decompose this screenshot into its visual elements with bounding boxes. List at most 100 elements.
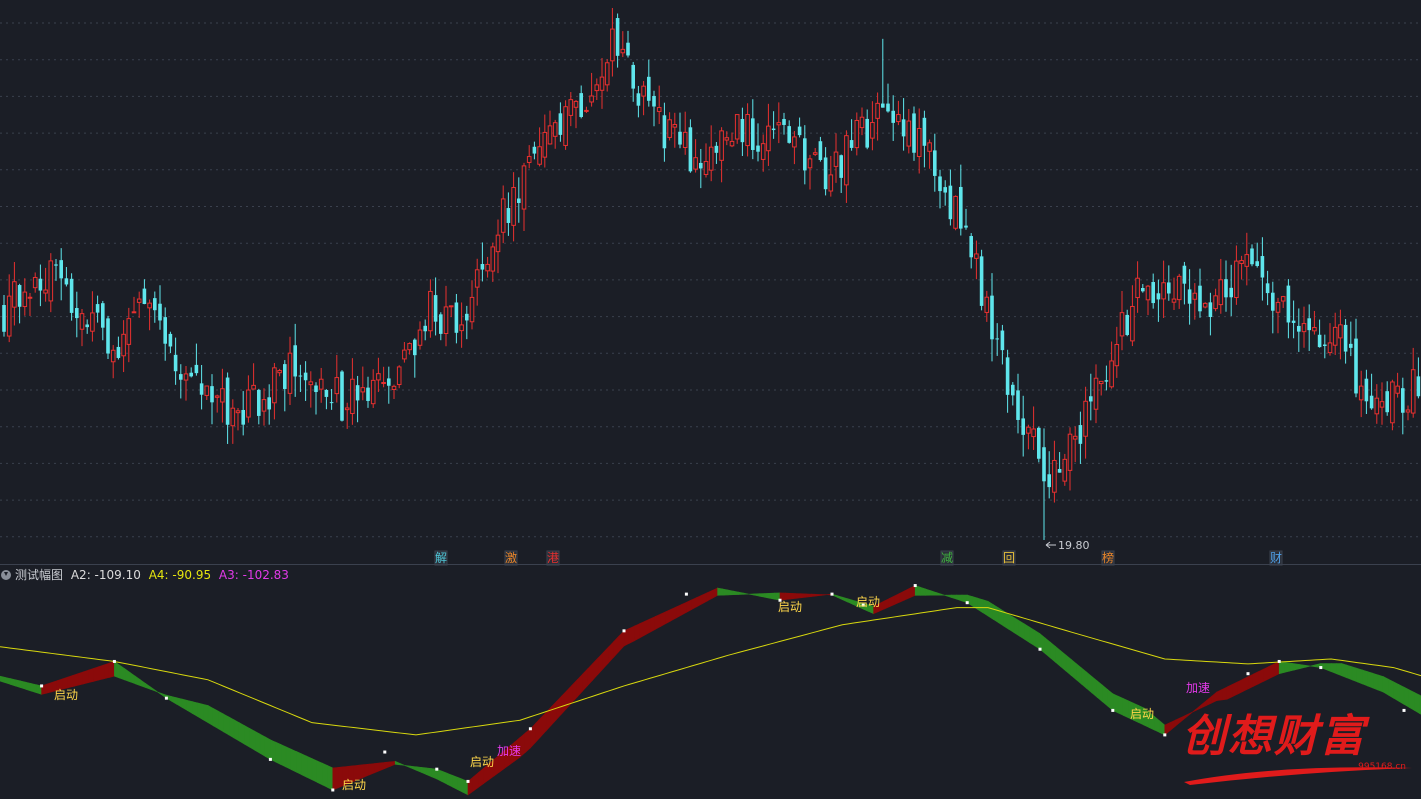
band-segment-up [1258,668,1264,685]
candle-body [563,106,568,146]
candle-body [2,305,6,332]
candle-body [1135,277,1140,299]
candle-body [163,317,167,344]
candle-body [1005,357,1010,395]
event-badge[interactable]: 财 [1270,551,1282,565]
indicator-name[interactable]: 测试幅图 [15,568,63,582]
candle-body [1218,279,1224,306]
band-segment-up [654,613,661,630]
candle-body [48,260,54,302]
event-badge[interactable]: 榜 [1102,550,1114,565]
candle-body [682,131,688,148]
candle-body [547,125,553,145]
watermark-site: 995168.cn [1358,762,1406,772]
candle-body [620,48,626,54]
band-segment-up [790,592,796,600]
candle-body [511,187,516,226]
signal-dot [622,629,626,633]
candle-body [610,28,615,62]
candle-body [776,122,782,126]
candle-body [865,118,869,148]
candle-body [402,349,407,360]
candle-body [1255,261,1259,266]
signal-dot [1111,708,1115,712]
candle-body [647,76,651,101]
candle-body [1089,396,1093,402]
candle-body [413,339,417,356]
candle-body [828,174,834,192]
band-segment-down [1284,661,1290,673]
band-segment-up [67,675,74,689]
candle-body [1374,397,1380,415]
candle-body [1109,360,1114,388]
candle-body [43,289,48,294]
a2-value: A2: -109.10 [70,568,141,582]
candle-body [214,395,220,398]
candle-body [235,410,241,414]
candle-body [417,329,423,346]
candle-body [95,304,100,313]
band-segment-down [30,683,37,694]
candle-body [500,198,506,233]
band-segment-down [20,680,27,690]
candle-body [220,388,225,403]
candle-body [1119,312,1125,337]
candle-body [490,246,496,272]
indicator-header: 测试幅图 A2: -109.10 A4: -90.95 A3: -102.83 [0,566,700,584]
candle-body [6,295,12,337]
candle-body [599,76,605,91]
candle-body [1047,474,1051,488]
candle-body [792,136,797,148]
candle-body [334,377,340,395]
event-badge[interactable]: 港 [547,551,559,565]
candle-body [974,253,979,259]
band-segment-down [249,727,256,751]
band-segment-up [1242,676,1249,693]
band-segment-up [103,662,110,680]
band-segment-down [987,600,994,620]
band-segment-up [649,616,656,633]
band-segment-down [769,592,776,600]
band-segment-down [285,746,292,771]
candle-body [1171,298,1177,303]
candle-body [1083,400,1088,437]
event-badge[interactable]: 减 [941,551,953,565]
candle-body [901,119,906,137]
low-price-label: 19.80 [1058,539,1090,552]
band-segment-down [764,592,770,599]
band-segment-down [457,776,464,793]
candle-body [896,114,901,123]
candle-body [1317,334,1322,348]
candle-body [17,285,22,307]
candle-body [454,302,459,333]
a4-value: A4: -90.95 [148,568,212,582]
qidong-label: 启动 [54,688,78,702]
candle-body [641,85,646,97]
candle-body [1401,388,1405,413]
candle-body [1098,380,1104,385]
event-badge[interactable]: 回 [1003,551,1015,565]
candle-body [875,102,880,119]
candle-body [979,256,984,306]
candle-body [241,409,245,425]
candle-body [552,122,558,137]
band-segment-up [1226,683,1233,700]
candle-body [1265,283,1270,294]
band-segment-down [280,744,287,768]
candle-body [344,407,350,411]
signal-dot [913,584,917,588]
candle-body [1156,293,1161,300]
collapse-icon[interactable] [1,570,11,580]
signal-dot [164,696,168,700]
candle-body [1182,265,1187,284]
candle-body [542,131,548,158]
candle-body [360,387,366,393]
event-badge[interactable]: 解 [435,551,447,565]
band-segment-down [264,736,271,760]
candle-body [194,364,199,374]
candle-body [1327,342,1333,354]
band-segment-down [722,588,729,596]
candle-body [751,118,755,150]
candle-body [1011,384,1015,396]
event-badge[interactable]: 激 [505,551,517,565]
